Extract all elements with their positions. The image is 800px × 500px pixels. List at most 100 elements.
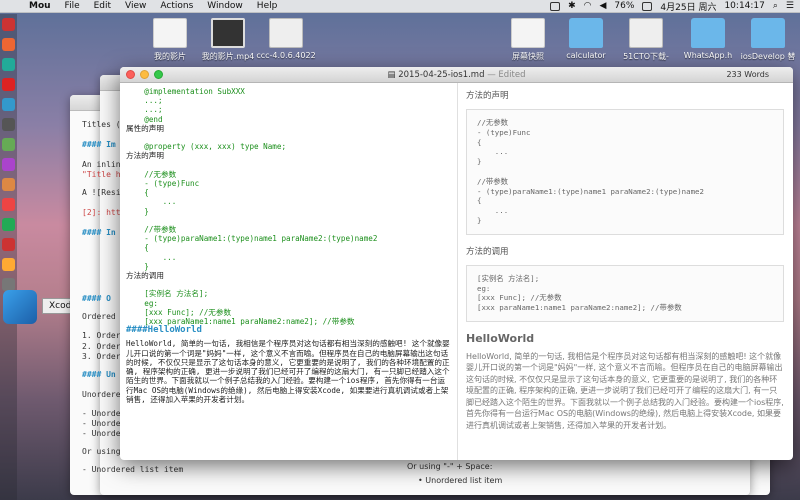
- editor-line: - (type)paraName1:(type)name1 paraName2:…: [126, 234, 378, 244]
- back-line: A ![Resiz: [82, 188, 126, 197]
- desktop-icon-movie-folder[interactable]: 我的影片: [140, 18, 200, 62]
- desktop-icon-iosdevelop[interactable]: iosDevelop 替: [738, 18, 798, 62]
- video-file-icon: [211, 18, 245, 48]
- editor-line: 属性的声明: [126, 123, 164, 133]
- editor-line: 方法的声明: [126, 151, 164, 161]
- markdown-editor[interactable]: @implementation SubXXX ...; ...; @end 属性的…: [120, 83, 457, 460]
- dock-app-icon[interactable]: [2, 98, 15, 111]
- editor-line: @property (xxx, xxx) type Name;: [126, 142, 287, 152]
- editor-line: {: [126, 188, 149, 198]
- preview-code-declaration: //无参数 - (type)Func { ... } //带参数 - (type…: [466, 109, 784, 235]
- back-line: Titles (: [82, 120, 121, 129]
- dock: [0, 14, 17, 500]
- background-preview-text: Or using "-" + Space:: [407, 462, 493, 471]
- desktop-icon-whatsapp[interactable]: WhatsApp.h: [678, 18, 738, 60]
- editor-line: ...: [126, 197, 177, 207]
- notification-center-icon[interactable]: ☰: [786, 1, 794, 11]
- menu-date[interactable]: 4月25日 周六: [660, 0, 716, 13]
- preview-heading-declaration: 方法的声明: [466, 91, 509, 101]
- dock-app-icon[interactable]: [2, 118, 15, 131]
- preview-pane[interactable]: 方法的声明 //无参数 - (type)Func { ... } //带参数 -…: [466, 83, 784, 460]
- screen-icon[interactable]: [550, 1, 561, 11]
- document-name: 2015-04-25-ios1.md: [398, 69, 485, 80]
- editor-line: eg:: [126, 298, 159, 308]
- wifi-icon[interactable]: ◠: [584, 1, 592, 11]
- dock-app-icon[interactable]: [2, 178, 15, 191]
- folder-icon: [569, 18, 603, 48]
- editor-paragraph: HelloWorld, 简单的一句话, 我相信是个程序员对这句话都有相当深刻的感…: [126, 339, 450, 404]
- dock-app-icon[interactable]: [2, 158, 15, 171]
- dock-app-icon[interactable]: [2, 258, 15, 271]
- editor-line: @implementation SubXXX: [126, 87, 245, 96]
- edited-status[interactable]: — Edited: [487, 70, 525, 80]
- preview-heading-helloworld: HelloWorld: [466, 331, 535, 345]
- desktop-icon-screenshot[interactable]: 屏幕快照: [498, 18, 558, 62]
- bluetooth-icon[interactable]: ✱: [568, 1, 576, 11]
- desktop-icon-movie-mp4[interactable]: 我的影片.mp4: [198, 18, 258, 62]
- dock-app-icon[interactable]: [2, 58, 15, 71]
- search-icon[interactable]: ⌕: [773, 1, 778, 11]
- back-line: [2]: http: [82, 208, 126, 217]
- menu-extras: ✱ ◠ ◀ 76% 4月25日 周六 10:14:17 ⌕ ☰: [550, 0, 800, 13]
- battery-icon[interactable]: [642, 1, 653, 11]
- zip-file-icon: [269, 18, 303, 48]
- menu-bar: Mou File Edit View Actions Window Help ✱…: [0, 0, 800, 13]
- dock-app-icon[interactable]: [2, 238, 15, 251]
- volume-icon[interactable]: ◀: [599, 1, 606, 11]
- menu-window[interactable]: Window: [200, 1, 250, 11]
- editor-line: //带参数: [126, 225, 177, 235]
- folder-icon: [751, 18, 785, 48]
- editor-line: }: [126, 206, 149, 216]
- editor-line: ...;: [126, 105, 163, 115]
- editor-line: //无参数: [126, 169, 177, 179]
- menu-file[interactable]: File: [58, 1, 87, 11]
- document-icon: ▤: [387, 69, 396, 80]
- desktop-icon-51cto[interactable]: 51CTO下载-: [616, 18, 676, 62]
- mou-editor-window[interactable]: ▤ 2015-04-25-ios1.md — Edited 233 Words …: [120, 67, 793, 460]
- back-line: #### In: [82, 228, 116, 237]
- menu-help[interactable]: Help: [250, 1, 285, 11]
- back-line: - Unorder: [82, 409, 126, 418]
- back-line: Ordered l: [82, 312, 126, 321]
- dock-app-icon[interactable]: [2, 78, 15, 91]
- preview-heading-call: 方法的调用: [466, 246, 509, 257]
- menu-app-name[interactable]: Mou: [22, 1, 58, 11]
- battery-percent[interactable]: 76%: [614, 1, 634, 11]
- editor-heading: ####HelloWorld: [126, 325, 202, 336]
- rar-file-icon: [629, 18, 663, 48]
- preview-paragraph: HelloWorld, 简单的一句话, 我相信是个程序员对这句话都有相当深刻的感…: [466, 351, 784, 430]
- dock-app-icon[interactable]: [2, 198, 15, 211]
- editor-line: [xxx Func]; //无参数: [126, 307, 232, 317]
- dock-app-icon[interactable]: [2, 18, 15, 31]
- dock-app-icon[interactable]: [2, 138, 15, 151]
- window-titlebar[interactable]: ▤ 2015-04-25-ios1.md — Edited 233 Words: [120, 67, 793, 83]
- dock-app-icon[interactable]: [2, 218, 15, 231]
- menu-view[interactable]: View: [118, 1, 153, 11]
- folder-icon: [691, 18, 725, 48]
- menu-edit[interactable]: Edit: [87, 1, 118, 11]
- editor-lines: @implementation SubXXX ...; ...; @end 属性的…: [126, 87, 451, 326]
- xcode-icon[interactable]: [3, 290, 37, 324]
- back-line: #### Un: [82, 370, 116, 379]
- split-divider[interactable]: [457, 83, 458, 460]
- editor-line: ...: [126, 252, 177, 262]
- menu-actions[interactable]: Actions: [153, 1, 200, 11]
- editor-line: ...;: [126, 96, 163, 106]
- editor-line: @end: [126, 114, 163, 124]
- back-line: #### Im: [82, 140, 116, 149]
- editor-line: }: [126, 261, 149, 271]
- menu-time[interactable]: 10:14:17: [724, 1, 764, 11]
- back-line: - Unorder: [82, 419, 126, 428]
- window-title: ▤ 2015-04-25-ios1.md — Edited: [120, 70, 793, 80]
- word-count: 233 Words: [726, 70, 769, 79]
- back-line: - Unordered list item: [82, 465, 184, 474]
- back-line: 3. Ordere: [82, 352, 126, 361]
- file-icon: [153, 18, 187, 48]
- dock-app-icon[interactable]: [2, 38, 15, 51]
- image-file-icon: [511, 18, 545, 48]
- desktop-icon-ccc-zip[interactable]: ccc-4.0.6.4022: [256, 18, 316, 60]
- desktop-icon-calculator[interactable]: calculator: [556, 18, 616, 60]
- back-line: "Title he: [82, 170, 126, 179]
